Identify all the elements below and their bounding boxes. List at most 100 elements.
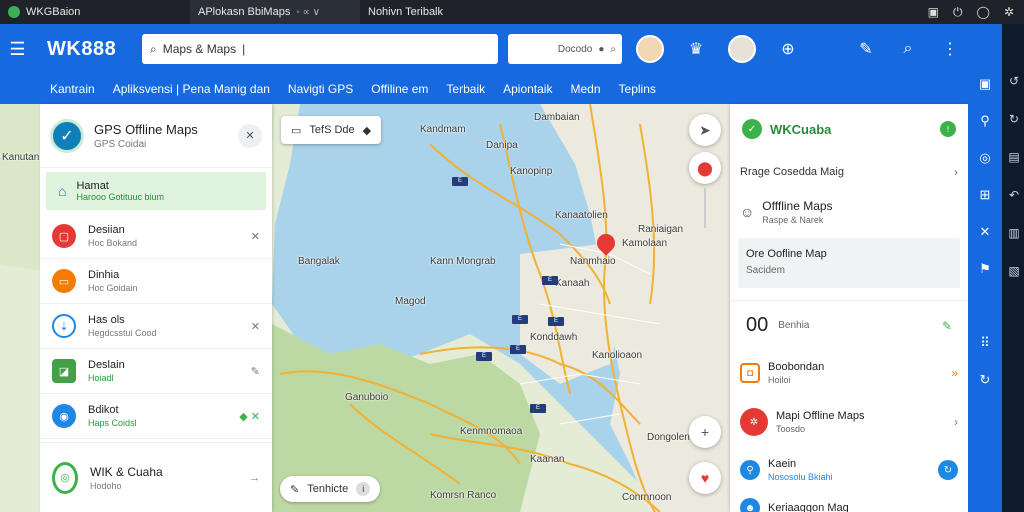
list-item[interactable]: ◘ Boobondan Hoiloi » bbox=[730, 350, 968, 396]
search-input[interactable]: ⌕ Maps & Maps | bbox=[141, 34, 499, 64]
close-icon[interactable]: ✕ bbox=[251, 320, 260, 333]
bottom-chip[interactable]: ✎ Tenhicte i bbox=[280, 476, 381, 502]
tab-apliksvensi[interactable]: Apliksvensi | Pena Manig dan bbox=[113, 82, 270, 96]
blank-icon[interactable] bbox=[976, 297, 994, 315]
tab-navigti-gps[interactable]: Navigti GPS bbox=[288, 82, 353, 96]
document-icon[interactable]: ▤ bbox=[1005, 148, 1023, 166]
chevron-right-icon[interactable]: › bbox=[954, 415, 958, 429]
layers-icon[interactable]: ▣ bbox=[976, 75, 994, 93]
secondary-search-input[interactable]: Docodo ● ⌕ bbox=[508, 34, 622, 64]
map-place-label: Kanutan bbox=[2, 152, 40, 163]
list-item[interactable]: ▭ Dinhia Hoc Goidain bbox=[40, 259, 272, 304]
app-header: ☰ WK888 ⌕ Maps & Maps | Docodo ● ⌕ ♛ ⊕ ✎… bbox=[0, 24, 968, 104]
list-item[interactable]: ☻ Keriaaggon Mag bbox=[730, 492, 968, 512]
list-item[interactable]: ◪ Deslain Hoiadl ✎ bbox=[40, 349, 272, 394]
arrow-right-icon[interactable]: → bbox=[249, 472, 260, 484]
tab-terbaik[interactable]: Terbaik bbox=[446, 82, 485, 96]
bookmark-icon[interactable]: ⚑ bbox=[976, 260, 994, 278]
tab-kantrain[interactable]: Kantrain bbox=[50, 82, 95, 96]
brand-logo[interactable]: WK888 bbox=[47, 38, 142, 61]
item-sub: Hoiloi bbox=[768, 375, 791, 385]
directions-button[interactable]: ♥ bbox=[689, 462, 721, 494]
arrow-icon[interactable]: » bbox=[951, 366, 958, 380]
tab-teplins[interactable]: Teplins bbox=[619, 82, 656, 96]
settings-row-label: Rrage Cosedda Maig bbox=[740, 166, 844, 178]
tab-controls[interactable]: ◦ ∝ ∨ bbox=[296, 7, 320, 18]
pin-icon[interactable]: ✎ bbox=[942, 319, 952, 333]
footer-item[interactable]: ◎ WIK & Cuaha Hodoho → bbox=[40, 442, 272, 512]
more-vertical-icon[interactable]: ⋮ bbox=[940, 39, 960, 59]
footer-title: WIK & Cuaha bbox=[90, 464, 163, 479]
pin-icon[interactable]: ⚲ bbox=[976, 112, 994, 130]
item-title: Boobondan bbox=[768, 361, 825, 373]
avatar-secondary[interactable] bbox=[728, 35, 756, 63]
blank-icon[interactable] bbox=[976, 38, 994, 56]
layer-chip[interactable]: ▭ TefS Dde ◆ bbox=[281, 116, 382, 144]
globe-icon[interactable]: ⊕ bbox=[778, 39, 798, 59]
collapse-icon[interactable]: ✕ bbox=[238, 123, 262, 148]
counter-row[interactable]: 00 Benhia ✎ bbox=[730, 300, 968, 350]
edit-icon[interactable]: ✎ bbox=[856, 39, 876, 59]
list-item[interactable]: ⇣ Has ols Hegdcsstui Cood ✕ bbox=[40, 304, 272, 349]
apps-icon[interactable]: ⠿ bbox=[976, 334, 994, 352]
item-title: Kaein bbox=[768, 458, 797, 470]
item-title: Mapi Offline Maps bbox=[776, 410, 865, 422]
map-place-label: Kenmnomaoa bbox=[460, 426, 523, 437]
menu-icon[interactable]: ☰ bbox=[8, 39, 27, 60]
offline-maps-row[interactable]: ☺ Offfline Maps Raspe & Narek bbox=[730, 190, 968, 234]
avatar[interactable] bbox=[636, 35, 664, 63]
tab-medn[interactable]: Medn bbox=[570, 82, 600, 96]
list-item[interactable]: ⚲ Kaein Nososolu Bkiahi ↻ bbox=[730, 448, 968, 492]
home-item[interactable]: ⌂ Hamat Harooo Gotituuc bium bbox=[46, 172, 266, 210]
sidebar-icon[interactable]: ▥ bbox=[1005, 224, 1023, 242]
favorite-icon[interactable]: ◆ ✕ bbox=[239, 410, 260, 423]
download-icon: ⇣ bbox=[52, 314, 76, 338]
info-icon[interactable]: ! bbox=[940, 121, 956, 137]
trophy-icon[interactable]: ♛ bbox=[686, 39, 706, 59]
tab-apiontaik[interactable]: Apiontaik bbox=[503, 82, 552, 96]
list-item[interactable]: ◉ Bdikot Haps Coidsl ◆ ✕ bbox=[40, 394, 272, 439]
bottom-chip-label: Tenhicte bbox=[307, 483, 349, 495]
footer-sub: Hodoho bbox=[90, 480, 122, 491]
route-shield: E bbox=[512, 315, 528, 324]
browser-tab-1[interactable]: WKGBaion bbox=[0, 0, 190, 24]
item-title: Dinhia bbox=[88, 269, 120, 281]
zoom-slider[interactable] bbox=[704, 188, 706, 228]
map-place-label: Danipa bbox=[486, 140, 518, 151]
compass-icon[interactable]: ◎ bbox=[976, 149, 994, 167]
list-item[interactable]: ✲ Mapi Offline Maps Toosdo › bbox=[730, 396, 968, 448]
restore-icon[interactable]: ▣ bbox=[928, 5, 939, 20]
list-item[interactable]: ▢ Desiian Hoc Bokand ✕ bbox=[40, 214, 272, 259]
zoom-in-button[interactable]: + bbox=[689, 416, 721, 448]
minimize-icon[interactable]: ⏻ bbox=[953, 5, 963, 20]
offline-map-card[interactable]: Ore Oofline Map Sacidem bbox=[738, 238, 960, 288]
traffic-button[interactable]: ⬤ bbox=[689, 152, 721, 184]
location-button-icon[interactable]: ↻ bbox=[938, 460, 958, 480]
map-place-label: Dongolen bbox=[647, 432, 690, 443]
search-value: Maps & Maps bbox=[162, 42, 237, 56]
image-icon[interactable]: ▧ bbox=[1005, 262, 1023, 280]
gear-icon[interactable]: ✲ bbox=[1004, 5, 1014, 20]
map-place-label: Dambaian bbox=[534, 112, 580, 123]
search-icon[interactable]: ⌕ bbox=[610, 44, 616, 55]
map-place-label: Komrsn Ranco bbox=[430, 490, 497, 501]
grid-icon[interactable]: ⊞ bbox=[976, 186, 994, 204]
rotate-icon[interactable]: ↻ bbox=[1005, 110, 1023, 128]
close-icon[interactable]: ✕ bbox=[251, 230, 260, 243]
navigate-button[interactable]: ➤ bbox=[689, 114, 721, 146]
history-icon[interactable]: ↶ bbox=[1005, 186, 1023, 204]
close-icon[interactable]: ✕ bbox=[976, 223, 994, 241]
mic-icon[interactable]: ● bbox=[598, 44, 604, 55]
account-icon[interactable]: ◯ bbox=[977, 5, 990, 20]
map-place-label: Kanaah bbox=[555, 278, 590, 289]
settings-row[interactable]: Rrage Cosedda Maig › bbox=[730, 154, 968, 190]
browser-tab-2[interactable]: APlokasn BbiMaps ◦ ∝ ∨ bbox=[190, 0, 360, 24]
browser-tab-3[interactable]: Nohivn Teribalk bbox=[360, 0, 520, 24]
logo-icon: ✓ bbox=[742, 119, 762, 139]
undo-icon[interactable]: ↺ bbox=[1005, 72, 1023, 90]
refresh-icon[interactable]: ↻ bbox=[976, 371, 994, 389]
counter-label: Benhia bbox=[778, 320, 810, 331]
search-icon[interactable]: ⌕ bbox=[898, 40, 918, 58]
edit-icon[interactable]: ✎ bbox=[251, 365, 260, 378]
tab-offline[interactable]: Offiline em bbox=[371, 82, 428, 96]
